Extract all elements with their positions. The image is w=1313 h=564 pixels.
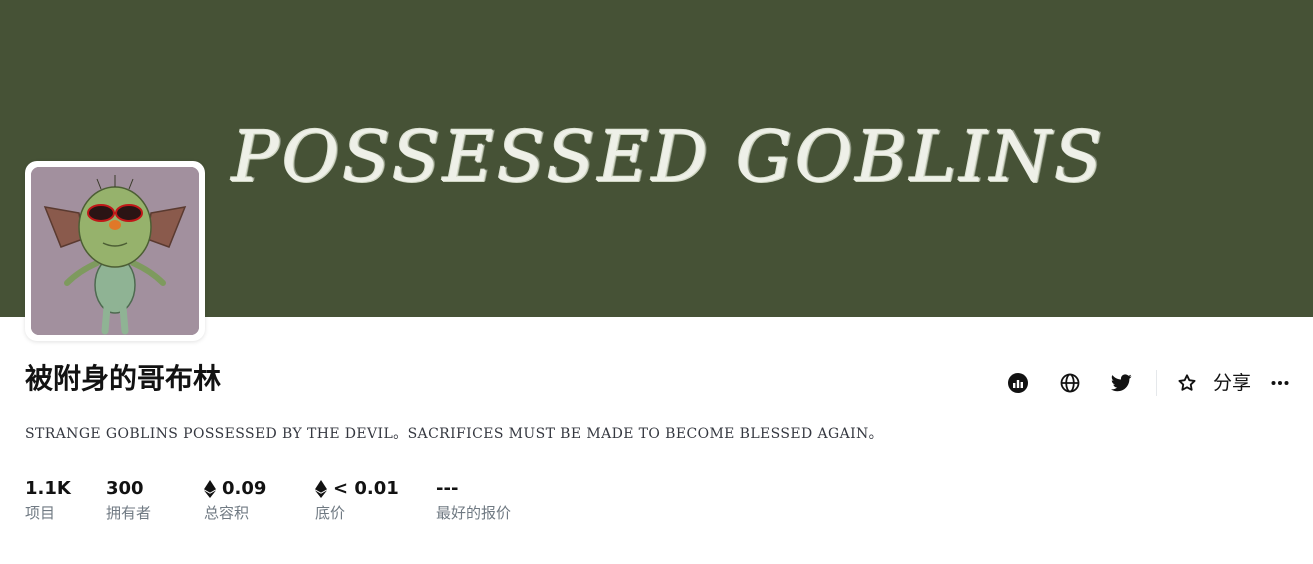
stat-floor-price-label: 底价	[315, 504, 346, 522]
stat-owners-label: 拥有者	[106, 504, 152, 522]
more-options-button[interactable]	[1265, 364, 1295, 402]
activity-chart-icon	[1007, 373, 1028, 393]
stat-items-value: 1.1K	[25, 478, 71, 499]
share-button[interactable]: 分享	[1213, 364, 1251, 402]
stat-items[interactable]: 1.1K 项目	[25, 477, 71, 524]
globe-icon	[1060, 373, 1080, 393]
goblin-avatar-image	[31, 167, 199, 335]
ethereum-icon	[315, 480, 327, 498]
stat-total-volume-value: 0.09	[222, 478, 267, 499]
activity-chart-button[interactable]	[992, 364, 1044, 402]
stat-total-volume[interactable]: 0.09 总容积	[204, 477, 266, 524]
collection-title: 被附身的哥布林	[25, 362, 222, 395]
stat-total-volume-label: 总容积	[204, 504, 250, 522]
collection-description: STRANGE GOBLINS POSSESSED BY THE DEVIL。S…	[25, 426, 884, 442]
star-icon	[1178, 374, 1196, 391]
stat-items-label: 项目	[25, 504, 56, 522]
website-button[interactable]	[1044, 364, 1096, 402]
more-dots-icon	[1271, 381, 1289, 385]
twitter-icon	[1111, 374, 1133, 392]
stat-best-offer-label: 最好的报价	[436, 504, 512, 522]
twitter-button[interactable]	[1096, 364, 1148, 402]
favorite-button[interactable]	[1165, 364, 1209, 402]
collection-avatar[interactable]	[25, 161, 205, 341]
stat-floor-price-value: < 0.01	[333, 478, 399, 499]
stat-best-offer-value: ---	[436, 478, 459, 499]
stat-owners-value: 300	[106, 478, 144, 499]
stat-best-offer[interactable]: --- 最好的报价	[436, 477, 511, 524]
ethereum-icon	[204, 480, 216, 498]
stat-owners[interactable]: 300 拥有者	[106, 477, 151, 524]
actions-divider	[1155, 370, 1157, 396]
collection-actions: 分享	[992, 364, 1295, 402]
stat-floor-price[interactable]: < 0.01 底价	[315, 477, 399, 524]
